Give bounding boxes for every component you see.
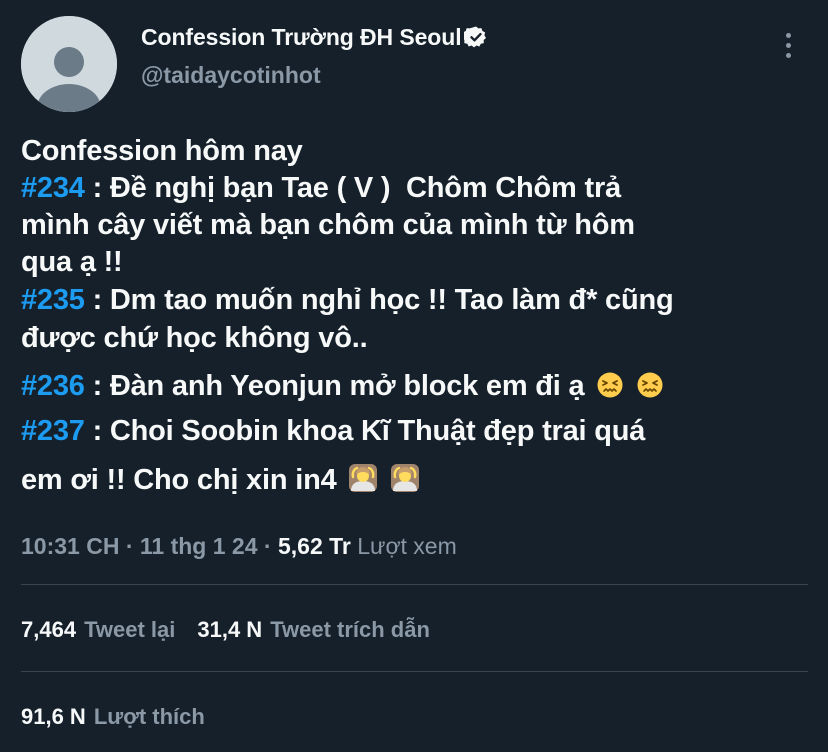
tweet-text: : Choi Soobin khoa Kĩ Thuật đẹp trai quá — [84, 415, 646, 447]
default-avatar-icon — [21, 16, 117, 112]
tweet-text-line: #236 : Đàn anh Yeonjun mở block em đi ạ — [21, 368, 664, 408]
quotes-label: Tweet trích dẫn — [270, 617, 430, 642]
views-label: Lượt xem — [350, 533, 457, 559]
tweet-text: được chứ học không vô.. — [21, 322, 368, 354]
likes-label: Lượt thích — [93, 704, 205, 729]
tweet-text-line: qua ạ !! — [21, 244, 123, 280]
tweet-text: mình cây viết mà bạn chôm của mình từ hô… — [21, 209, 635, 241]
author-name-row[interactable]: Confession Trường ĐH Seoul — [141, 22, 488, 52]
meta-separator: · — [257, 533, 278, 559]
tweet-time[interactable]: 10:31 CH — [21, 533, 119, 559]
divider — [21, 671, 808, 672]
likes-stats-row: 91,6 N Lượt thích — [21, 702, 227, 732]
likes-count: 91,6 N — [21, 704, 86, 729]
tweet-text: : Đề nghị bạn Tae ( V ) Chôm Chôm trả — [84, 172, 622, 204]
quotes-stat[interactable]: 31,4 N Tweet trích dẫn — [197, 617, 452, 642]
person-gesturing-ok-emoji — [348, 463, 378, 502]
confounded-face-emoji — [596, 371, 624, 408]
display-name[interactable]: Confession Trường ĐH Seoul — [141, 24, 462, 51]
tweet-meta: 10:31 CH · 11 thg 1 24 · 5,62 Tr Lượt xe… — [21, 531, 457, 561]
tweet-text-line: #234 : Đề nghị bạn Tae ( V ) Chôm Chôm t… — [21, 170, 621, 206]
tweet-text-line: #235 : Dm tao muốn nghỉ học !! Tao làm đ… — [21, 282, 674, 318]
retweets-label: Tweet lại — [84, 617, 176, 642]
tweet-text-line: Confession hôm nay — [21, 133, 303, 169]
tweet-text: em ơi !! Cho chị xin in4 — [21, 464, 337, 496]
author-handle[interactable]: @taidaycotinhot — [141, 62, 321, 89]
tweet-date[interactable]: 11 thg 1 24 — [140, 533, 258, 559]
tweet-text: Confession hôm nay — [21, 135, 303, 167]
quotes-count: 31,4 N — [197, 617, 263, 642]
meta-separator: · — [119, 533, 140, 559]
likes-stat[interactable]: 91,6 N Lượt thích — [21, 704, 227, 729]
tweet-text: qua ạ !! — [21, 246, 123, 278]
divider — [21, 584, 808, 585]
tweet-text-line: #237 : Choi Soobin khoa Kĩ Thuật đẹp tra… — [21, 413, 645, 449]
hashtag-link[interactable]: #236 — [21, 370, 85, 402]
retweet-stats-row: 7,464 Tweet lại 31,4 N Tweet trích dẫn — [21, 615, 452, 645]
person-gesturing-ok-emoji — [390, 463, 420, 502]
views-count[interactable]: 5,62 Tr — [278, 533, 351, 559]
tweet-text-line: được chứ học không vô.. — [21, 320, 368, 356]
tweet-text: : Dm tao muốn nghỉ học !! Tao làm đ* cũn… — [84, 284, 674, 316]
hashtag-link[interactable]: #235 — [21, 284, 85, 316]
confounded-face-emoji — [636, 371, 664, 408]
more-options-icon[interactable] — [774, 30, 802, 60]
retweets-count: 7,464 — [21, 617, 77, 642]
tweet-text-line: em ơi !! Cho chị xin in4 — [21, 462, 420, 502]
verified-badge-icon — [462, 25, 488, 49]
tweet-text-line: mình cây viết mà bạn chôm của mình từ hô… — [21, 207, 635, 243]
retweets-stat[interactable]: 7,464 Tweet lại — [21, 617, 197, 642]
avatar[interactable] — [21, 16, 117, 112]
hashtag-link[interactable]: #234 — [21, 172, 85, 204]
hashtag-link[interactable]: #237 — [21, 415, 85, 447]
tweet-text: : Đàn anh Yeonjun mở block em đi ạ — [84, 370, 585, 402]
